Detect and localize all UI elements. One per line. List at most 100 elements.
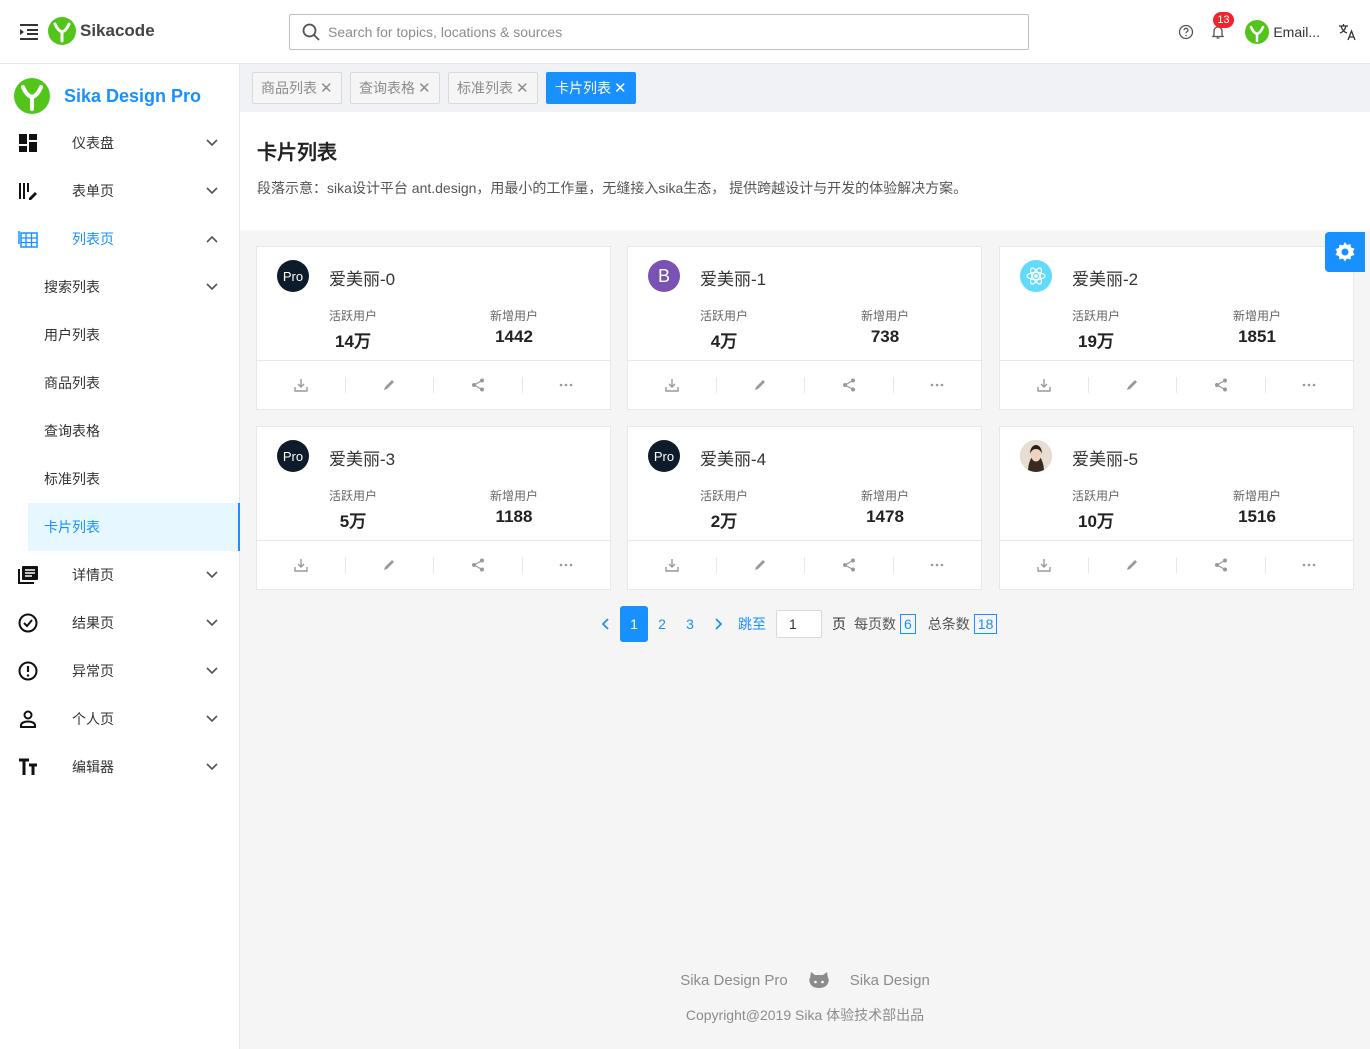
github-icon[interactable] — [808, 970, 830, 990]
profile-icon — [18, 565, 38, 585]
share-icon[interactable] — [1177, 557, 1266, 573]
sidebar-item-exception[interactable]: 异常页 — [0, 647, 240, 695]
edit-icon[interactable] — [346, 557, 434, 573]
stat-value: 19万 — [1078, 332, 1114, 351]
edit-icon[interactable] — [1089, 377, 1177, 393]
stat-label: 新增用户 — [1232, 489, 1281, 503]
ellipsis-icon[interactable] — [894, 557, 982, 573]
react-logo-icon — [1020, 260, 1052, 292]
page-size-value[interactable]: 6 — [900, 614, 916, 634]
chevron-down-icon — [206, 617, 218, 629]
sidebar-item-result[interactable]: 结果页 — [0, 599, 240, 647]
sidebar-item-account[interactable]: 个人页 — [0, 695, 240, 743]
sidebar-item-label: 编辑器 — [72, 759, 114, 775]
tab-label: 标准列表 — [457, 80, 513, 96]
chevron-up-icon — [206, 233, 218, 245]
download-icon[interactable] — [257, 377, 346, 393]
sidebar-item-profile[interactable]: 详情页 — [0, 551, 240, 599]
translate-icon[interactable] — [1338, 23, 1356, 41]
footer-link-design[interactable]: Sika Design — [850, 972, 930, 989]
stat-label: 新增用户 — [860, 309, 909, 323]
edit-icon[interactable] — [1089, 557, 1177, 573]
card-title[interactable]: 爱美丽-5 — [1072, 445, 1138, 470]
edit-icon[interactable] — [717, 377, 805, 393]
jump-label: 跳至 — [738, 616, 766, 632]
sidebar-subitem-product-list[interactable]: 商品列表 — [0, 359, 240, 407]
footer-link-pro[interactable]: Sika Design Pro — [680, 972, 788, 989]
page-number-1[interactable]: 1 — [620, 606, 648, 642]
sidebar-subitem-user-list[interactable]: 用户列表 — [0, 311, 240, 359]
share-icon[interactable] — [805, 557, 894, 573]
card-avatar: B — [648, 260, 680, 292]
edit-icon[interactable] — [717, 557, 805, 573]
ellipsis-icon[interactable] — [1266, 557, 1354, 573]
sidebar-item-dashboard[interactable]: 仪表盘 — [0, 119, 240, 167]
sidebar-subitem-standard-list[interactable]: 标准列表 — [0, 455, 240, 503]
sidebar-item-editor[interactable]: 编辑器 — [0, 743, 240, 791]
edit-icon[interactable] — [346, 377, 434, 393]
dashboard-icon — [18, 133, 38, 153]
share-icon[interactable] — [805, 377, 894, 393]
prev-page-icon[interactable] — [592, 606, 620, 642]
brand-logo[interactable]: Sikacode — [48, 16, 155, 46]
download-icon[interactable] — [257, 557, 346, 573]
stat-label: 活跃用户 — [699, 309, 748, 323]
search-input[interactable] — [328, 24, 1008, 40]
list-card: Pro 爱美丽-3 活跃用户 5万 新增用户 1188 — [256, 426, 611, 590]
card-title[interactable]: 爱美丽-3 — [329, 445, 395, 470]
close-icon[interactable]: ✕ — [516, 79, 529, 97]
page-number-3[interactable]: 3 — [676, 606, 704, 642]
tab-product-list[interactable]: 商品列表 ✕ — [252, 72, 342, 104]
tab-standard-list[interactable]: 标准列表 ✕ — [448, 72, 538, 104]
card-title[interactable]: 爱美丽-1 — [700, 265, 766, 290]
user-menu[interactable]: Email... — [1245, 20, 1320, 44]
ellipsis-icon[interactable] — [523, 557, 611, 573]
jump-page-input[interactable] — [776, 610, 822, 638]
share-icon[interactable] — [1177, 377, 1266, 393]
ellipsis-icon[interactable] — [523, 377, 611, 393]
sidebar-subitem-label: 用户列表 — [44, 327, 100, 343]
chevron-down-icon — [206, 281, 218, 293]
font-size-icon — [18, 757, 38, 777]
card-title[interactable]: 爱美丽-2 — [1072, 265, 1138, 290]
sidebar-item-label: 表单页 — [72, 183, 114, 199]
sidebar-subitem-card-list[interactable]: 卡片列表 — [28, 503, 240, 551]
download-icon[interactable] — [1000, 377, 1089, 393]
download-icon[interactable] — [628, 557, 717, 573]
tab-query-table[interactable]: 查询表格 ✕ — [350, 72, 440, 104]
sidebar-item-list[interactable]: 列表页 — [0, 215, 240, 263]
help-icon[interactable] — [1177, 23, 1195, 41]
user-photo-avatar — [1020, 440, 1052, 472]
page-number-2[interactable]: 2 — [648, 606, 676, 642]
next-page-icon[interactable] — [704, 606, 732, 642]
card-title[interactable]: 爱美丽-4 — [700, 445, 766, 470]
close-icon[interactable]: ✕ — [418, 79, 431, 97]
ellipsis-icon[interactable] — [894, 377, 982, 393]
sidebar-item-label: 异常页 — [72, 663, 114, 679]
card-avatar: Pro — [277, 260, 309, 292]
sidebar-item-form[interactable]: 表单页 — [0, 167, 240, 215]
share-icon[interactable] — [434, 557, 523, 573]
close-icon[interactable]: ✕ — [320, 79, 333, 97]
settings-gear-icon[interactable] — [1325, 232, 1365, 272]
stat-value: 1442 — [495, 327, 533, 346]
sidebar-subitem-query-table[interactable]: 查询表格 — [0, 407, 240, 455]
ellipsis-icon[interactable] — [1266, 377, 1354, 393]
logo-icon — [14, 78, 50, 114]
avatar — [1245, 20, 1270, 44]
close-icon[interactable]: ✕ — [614, 79, 627, 97]
card-avatar: Pro — [277, 440, 309, 472]
share-icon[interactable] — [434, 377, 523, 393]
download-icon[interactable] — [628, 377, 717, 393]
tab-card-list[interactable]: 卡片列表 ✕ — [546, 72, 636, 104]
bell-icon[interactable]: 13 — [1209, 12, 1234, 41]
card-title[interactable]: 爱美丽-0 — [329, 265, 395, 290]
menu-fold-icon[interactable] — [18, 22, 40, 42]
page-unit-label: 页 — [832, 616, 846, 632]
search-box[interactable] — [289, 14, 1029, 50]
download-icon[interactable] — [1000, 557, 1089, 573]
top-header: Sikacode 13 Email... — [0, 0, 1370, 64]
sidebar-subitem-search-list[interactable]: 搜索列表 — [0, 263, 240, 311]
stat-label: 活跃用户 — [1071, 489, 1120, 503]
sidebar-item-label: 结果页 — [72, 615, 114, 631]
